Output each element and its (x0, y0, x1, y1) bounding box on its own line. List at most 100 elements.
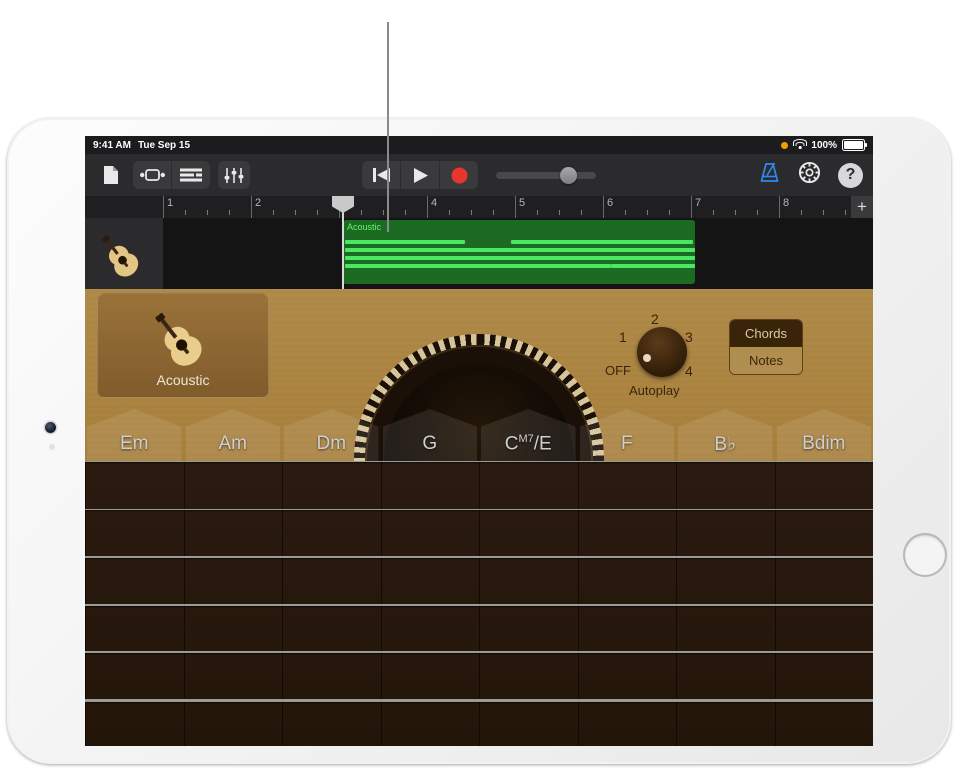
status-date: Tue Sep 15 (138, 140, 190, 151)
region-label: Acoustic (343, 220, 695, 234)
chord-strip[interactable]: F (578, 409, 677, 746)
chord-strip[interactable]: Dm (282, 409, 381, 746)
camera-icon (45, 422, 56, 433)
ruler-bar-number: 6 (607, 197, 613, 209)
master-volume-slider[interactable] (496, 172, 596, 179)
fretboard-column[interactable] (282, 461, 381, 746)
status-bar: 9:41 AM Tue Sep 15 100% (85, 136, 873, 154)
ruler-beat-tick (669, 210, 670, 215)
battery-icon (842, 139, 865, 151)
ruler-bar-number: 2 (255, 197, 261, 209)
midi-note (345, 240, 465, 244)
instrument-name: Acoustic (157, 372, 210, 388)
main-toolbar: ? (85, 154, 873, 196)
autoplay-off-label[interactable]: OFF (605, 363, 631, 378)
chord-name: Em (85, 433, 184, 455)
ruler-beat-tick (801, 210, 802, 215)
track-view-icon[interactable] (133, 161, 171, 189)
document-icon[interactable] (95, 161, 125, 189)
autoplay-position-3[interactable]: 3 (685, 329, 693, 345)
track-lane[interactable]: Acoustic (163, 218, 873, 289)
autoplay-knob[interactable] (637, 327, 687, 377)
tracks-area: 12345678+ Acoustic (85, 196, 873, 289)
status-bar-left: 9:41 AM Tue Sep 15 (93, 140, 190, 151)
chord-strip[interactable]: G (381, 409, 480, 746)
metronome-icon[interactable] (758, 161, 781, 189)
autoplay-position-4[interactable]: 4 (685, 363, 693, 379)
rewind-icon[interactable] (362, 161, 400, 189)
home-button[interactable] (903, 533, 947, 577)
ruler-bar-number: 7 (695, 197, 701, 209)
fretboard-column[interactable] (479, 461, 578, 746)
callout-leader-line (387, 22, 389, 232)
ambient-sensor-icon (49, 444, 55, 450)
ruler-bar-tick (691, 196, 692, 218)
chord-strip[interactable]: B♭ (676, 409, 775, 746)
chord-name: Am (184, 433, 283, 455)
ruler-bar-number: 1 (167, 197, 173, 209)
ruler-bar-tick (427, 196, 428, 218)
chord-name: B♭ (676, 433, 775, 456)
add-track-button[interactable]: + (851, 196, 873, 218)
ruler-beat-tick (405, 210, 406, 215)
notes-mode-button[interactable]: Notes (730, 347, 802, 374)
gear-icon[interactable] (797, 160, 822, 190)
ruler-beat-tick (317, 210, 318, 215)
toolbar-left-group (95, 161, 250, 189)
fretboard-column[interactable] (775, 461, 874, 746)
toolbar-transport-group (362, 161, 596, 189)
mixer-faders-icon[interactable] (218, 161, 250, 189)
midi-note (605, 240, 693, 244)
chord-name: Bdim (775, 433, 874, 455)
ruler-beat-tick (845, 210, 846, 215)
ruler-bar-number: 8 (783, 197, 789, 209)
chord-strip[interactable]: CM7/E (479, 409, 578, 746)
fretboard-column[interactable] (381, 461, 480, 746)
fretboard-column[interactable] (184, 461, 283, 746)
ruler-beat-tick (361, 210, 362, 215)
ruler-beat-tick (625, 210, 626, 215)
ruler-beat-tick (471, 210, 472, 215)
ipad-screen: 9:41 AM Tue Sep 15 100% (85, 136, 873, 746)
midi-region[interactable]: Acoustic (343, 220, 695, 284)
ruler-beat-tick (735, 210, 736, 215)
midi-note (615, 256, 695, 260)
ruler-beat-tick (647, 210, 648, 215)
autoplay-position-2[interactable]: 2 (651, 311, 659, 327)
fretboard-column[interactable] (676, 461, 775, 746)
fretboard-column[interactable] (578, 461, 677, 746)
ruler-beat-tick (713, 210, 714, 215)
chord-strip[interactable]: Em (85, 409, 184, 746)
acoustic-guitar-icon (98, 228, 150, 280)
chord-strip[interactable]: Bdim (775, 409, 874, 746)
fretboard-column[interactable] (85, 461, 184, 746)
acoustic-guitar-icon (143, 304, 223, 370)
ruler-beat-tick (537, 210, 538, 215)
chords-notes-switch: Chords Notes (729, 319, 803, 375)
autoplay-position-1[interactable]: 1 (619, 329, 627, 345)
track-list-icon[interactable] (172, 161, 210, 189)
autoplay-knob-indicator (643, 354, 651, 362)
status-bar-right: 100% (781, 139, 865, 151)
ruler-bar-tick (603, 196, 604, 218)
playhead[interactable] (342, 196, 344, 289)
chord-name: Dm (282, 433, 381, 455)
play-icon[interactable] (401, 161, 439, 189)
ruler-beat-tick (757, 210, 758, 215)
view-toggle-group (133, 161, 210, 189)
master-volume-knob[interactable] (560, 167, 577, 184)
instrument-selector[interactable]: Acoustic (97, 293, 269, 398)
track-header[interactable] (85, 218, 164, 289)
midi-note (601, 256, 613, 260)
timeline-ruler[interactable]: 12345678+ (85, 196, 873, 219)
ruler-bar-tick (163, 196, 164, 218)
record-icon[interactable] (440, 161, 478, 189)
ruler-beat-tick (229, 210, 230, 215)
battery-percent: 100% (811, 140, 837, 151)
ruler-bar-tick (515, 196, 516, 218)
ruler-beat-tick (581, 210, 582, 215)
chords-mode-button[interactable]: Chords (730, 320, 802, 347)
chord-strip[interactable]: Am (184, 409, 283, 746)
autoplay-label: Autoplay (629, 383, 680, 398)
help-button[interactable]: ? (838, 163, 863, 188)
